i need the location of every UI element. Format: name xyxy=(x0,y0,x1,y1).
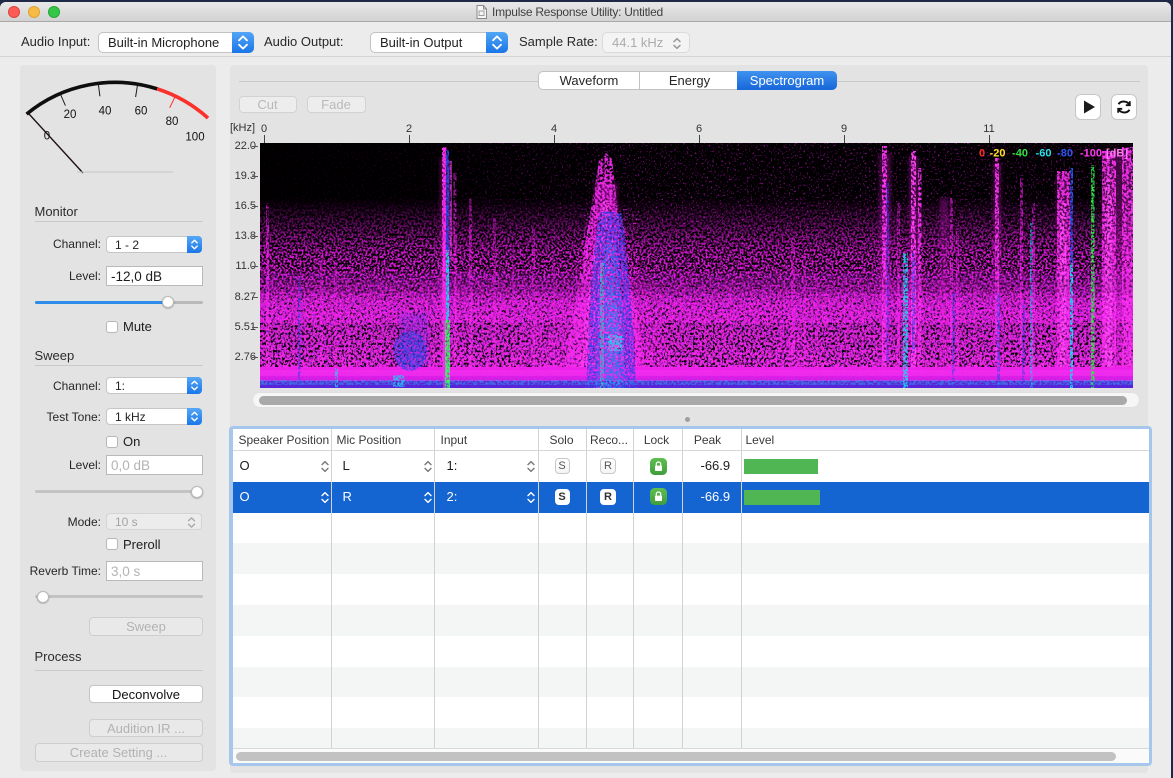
svg-text:100: 100 xyxy=(185,131,204,143)
svg-text:-60: -60 xyxy=(1036,148,1052,160)
svg-text:[dB]: [dB] xyxy=(1106,148,1128,160)
svg-text:-40: -40 xyxy=(1012,148,1028,160)
svg-text:-100: -100 xyxy=(1080,148,1102,160)
svg-text:0: 0 xyxy=(979,148,985,160)
svg-text:-80: -80 xyxy=(1057,148,1073,160)
svg-text:0: 0 xyxy=(44,130,50,142)
svg-text:40: 40 xyxy=(99,105,112,117)
svg-text:-20: -20 xyxy=(990,148,1006,160)
svg-text:80: 80 xyxy=(166,116,179,128)
svg-text:60: 60 xyxy=(135,105,148,117)
svg-text:20: 20 xyxy=(64,109,77,121)
